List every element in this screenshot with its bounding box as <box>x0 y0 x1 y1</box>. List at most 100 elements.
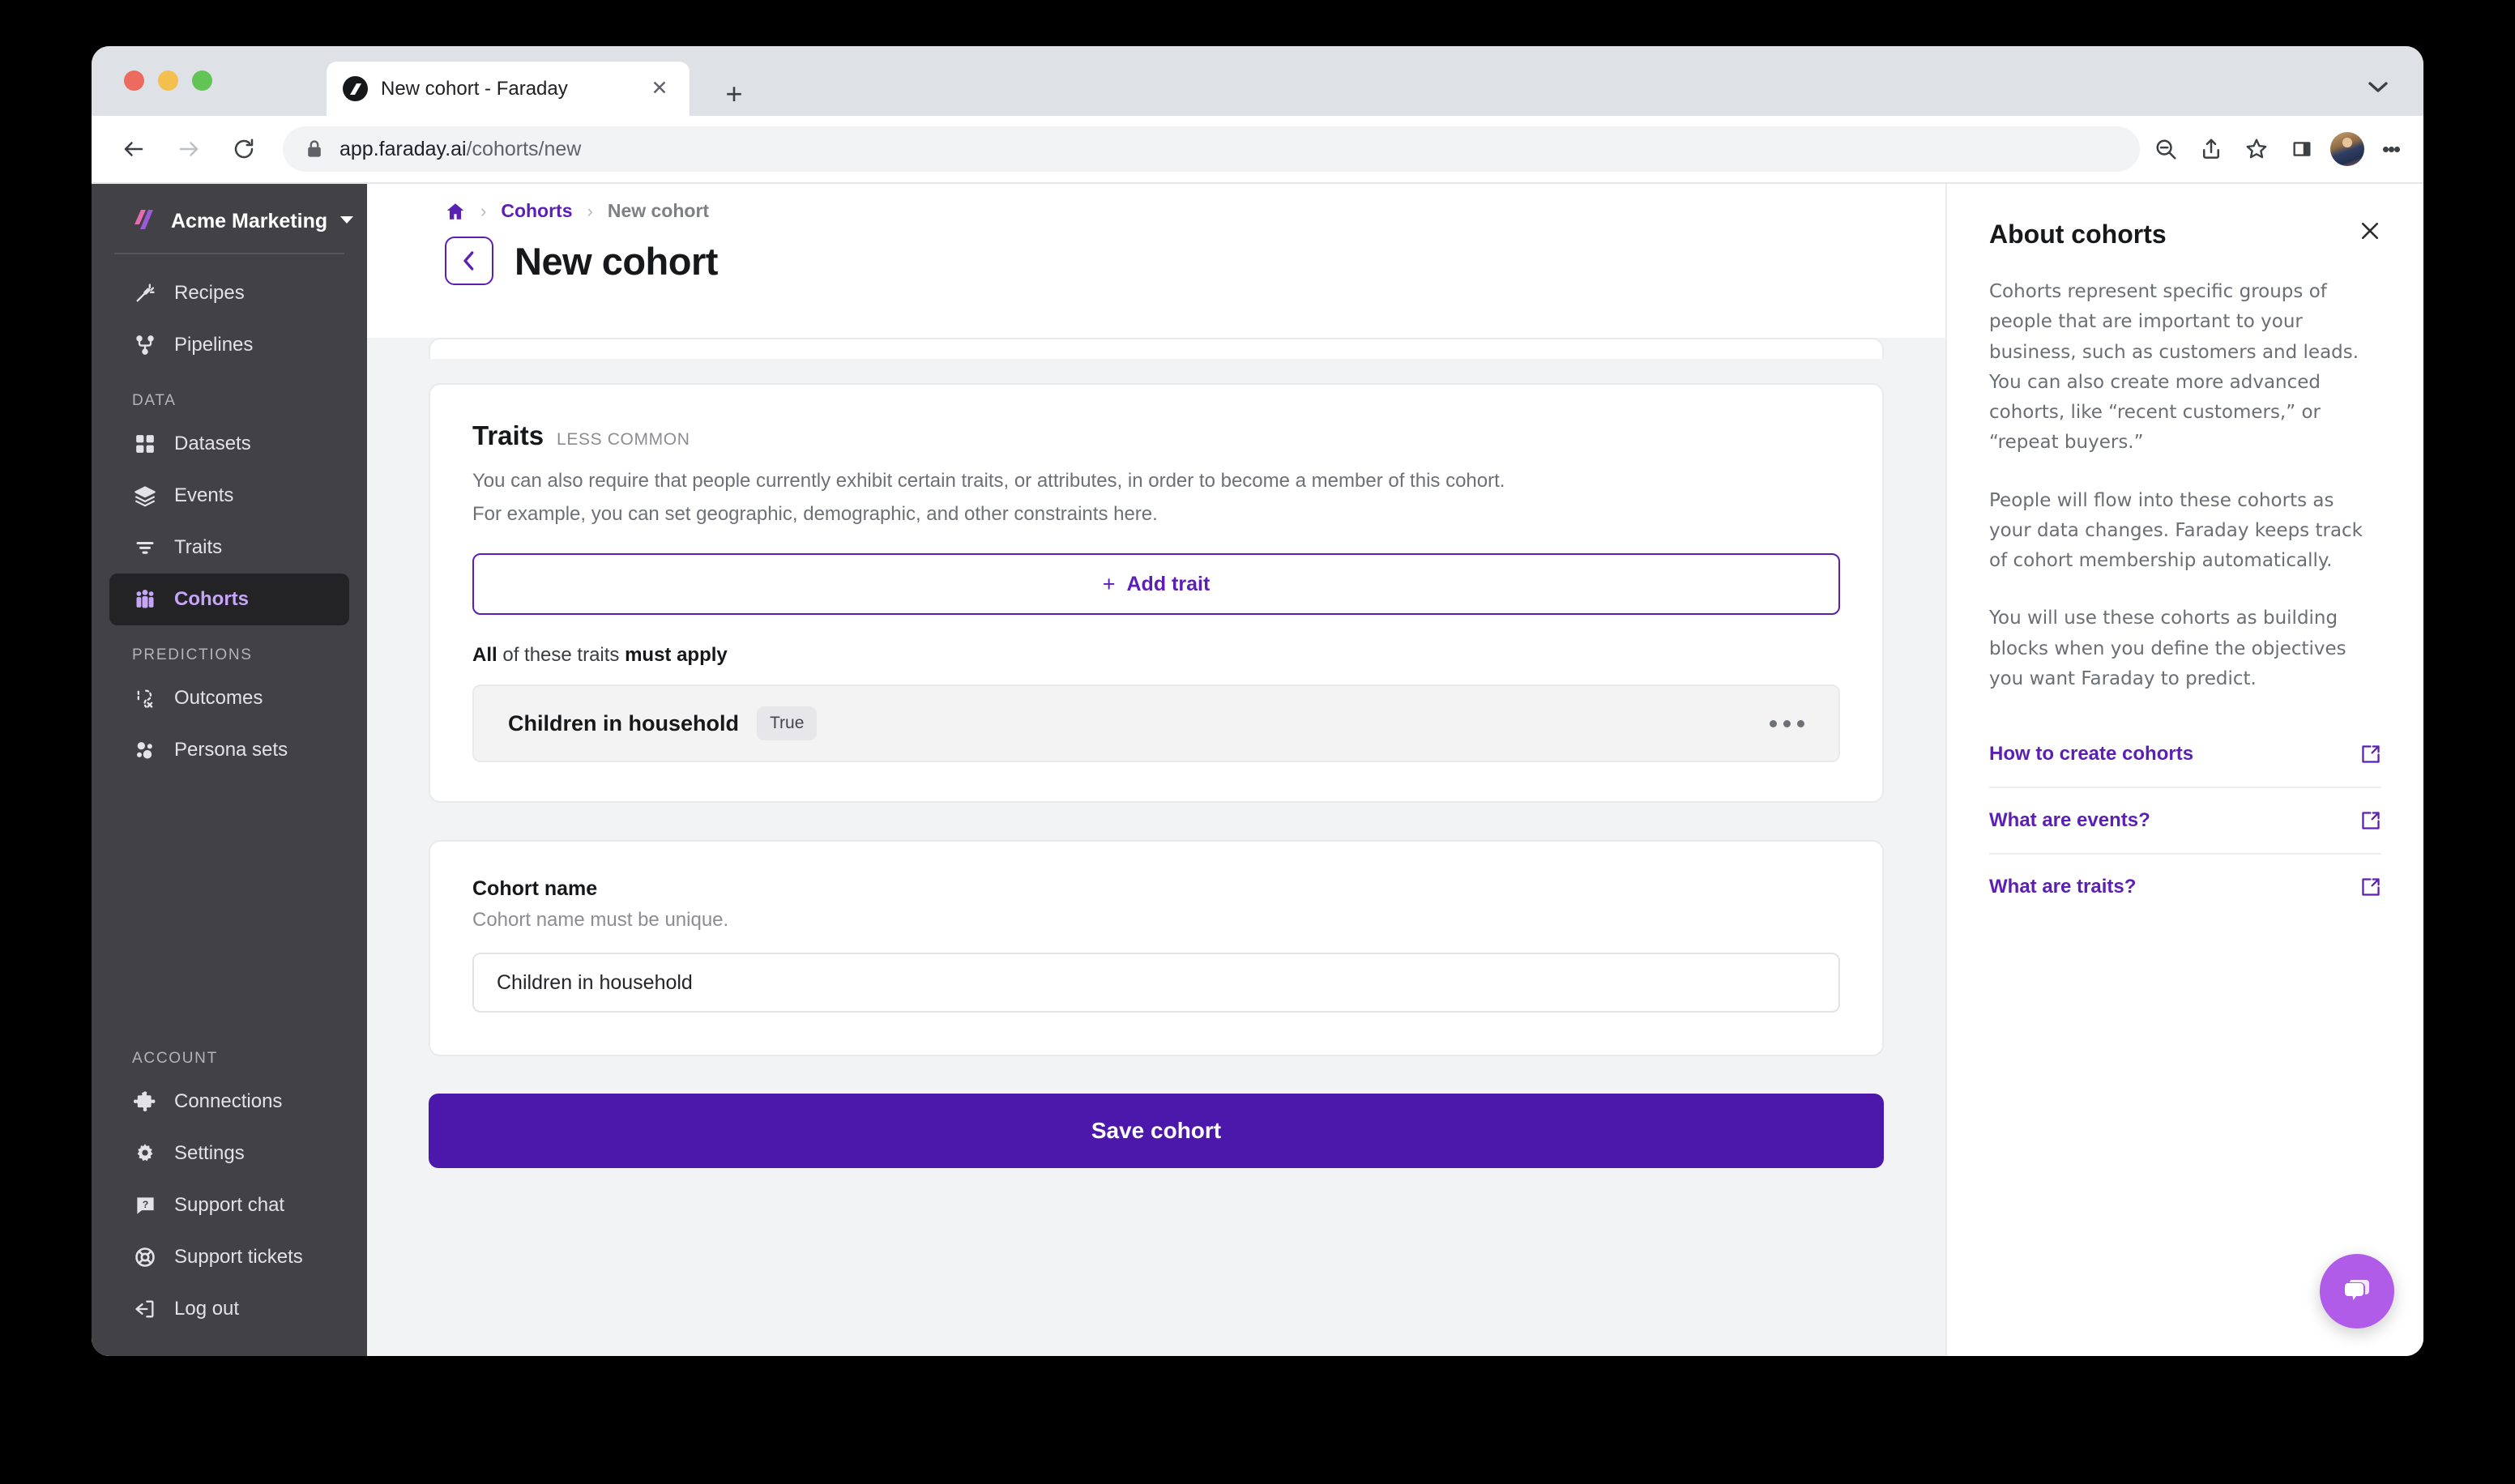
url-path: /cohorts/new <box>466 137 582 160</box>
bookmark-star-icon[interactable] <box>2234 126 2279 172</box>
sidebar-item-connections[interactable]: Connections <box>109 1076 349 1128</box>
browser-tab[interactable]: New cohort - Faraday ✕ <box>327 62 690 116</box>
events-layers-icon <box>132 484 158 507</box>
table-row[interactable]: Children in household True <box>472 684 1840 763</box>
trait-overflow-menu-icon[interactable] <box>1770 719 1804 727</box>
about-panel-title: About cohorts <box>1989 220 2167 249</box>
sidebar-item-label: Connections <box>174 1090 283 1112</box>
sidebar-item-events[interactable]: Events <box>109 470 349 522</box>
sidebar-toggle-icon[interactable] <box>2279 126 2325 172</box>
minimize-window-button[interactable] <box>158 70 178 91</box>
sidebar-section-account: ACCOUNT <box>132 1050 218 1067</box>
close-window-button[interactable] <box>124 70 144 91</box>
link-what-are-traits[interactable]: What are traits? <box>1989 855 2381 919</box>
sidebar-item-outcomes[interactable]: Outcomes <box>109 672 349 724</box>
home-icon[interactable] <box>445 201 466 222</box>
cohort-name-input[interactable]: Children in household <box>472 953 1840 1013</box>
gear-icon <box>132 1142 158 1165</box>
save-cohort-button[interactable]: Save cohort <box>429 1094 1884 1169</box>
sidebar-item-traits[interactable]: Traits <box>109 522 349 574</box>
cohort-name-card: Cohort name Cohort name must be unique. … <box>429 840 1884 1057</box>
traits-description-line-2: For example, you can set geographic, dem… <box>472 503 1158 526</box>
sidebar-item-label: Outcomes <box>174 687 263 709</box>
sidebar-item-label: Pipelines <box>174 334 254 356</box>
share-icon[interactable] <box>2188 126 2234 172</box>
about-panel-header: About cohorts <box>1989 220 2381 249</box>
sidebar-item-log-out[interactable]: Log out <box>109 1283 349 1335</box>
forward-button[interactable] <box>168 128 210 170</box>
close-icon[interactable] <box>2359 220 2381 242</box>
window-traffic-lights <box>124 70 212 91</box>
traits-description-line-1: You can also require that people current… <box>472 470 1505 492</box>
about-paragraph-3: You will use these cohorts as building b… <box>1989 608 2346 689</box>
new-tab-button[interactable]: + <box>717 77 751 111</box>
traits-less-common-tag: LESS COMMON <box>557 430 690 449</box>
back-button[interactable] <box>445 237 493 285</box>
link-how-to-create-cohorts[interactable]: How to create cohorts <box>1989 722 2381 788</box>
sidebar-item-label: Persona sets <box>174 739 288 761</box>
sidebar-item-cohorts[interactable]: Cohorts <box>109 574 349 625</box>
sidebar-item-recipes[interactable]: Recipes <box>109 267 349 319</box>
address-bar[interactable]: app.faraday.ai/cohorts/new <box>283 126 2140 172</box>
lock-icon <box>305 139 323 159</box>
traits-card-header: Traits LESS COMMON <box>472 420 1840 451</box>
add-trait-button[interactable]: + Add trait <box>472 553 1840 616</box>
breadcrumb-separator: › <box>480 200 487 221</box>
sidebar-item-label: Support chat <box>174 1194 285 1216</box>
chevron-down-icon <box>339 214 355 229</box>
app-sidebar: Acme Marketing Recipes Pipelines DATA Da… <box>92 184 367 1356</box>
link-label: What are events? <box>1989 809 2150 831</box>
outcomes-icon <box>132 687 158 710</box>
add-trait-label: Add trait <box>1126 572 1211 595</box>
pipelines-icon <box>132 334 158 356</box>
sidebar-item-label: Recipes <box>174 282 245 304</box>
sidebar-item-label: Cohorts <box>174 588 249 610</box>
persona-sets-icon <box>132 739 158 761</box>
close-tab-button[interactable]: ✕ <box>646 75 673 103</box>
sidebar-item-support-chat[interactable]: ? Support chat <box>109 1179 349 1231</box>
trait-name: Children in household <box>508 710 739 736</box>
reload-button[interactable] <box>223 128 265 170</box>
plus-icon: + <box>1102 571 1116 596</box>
zoom-out-icon[interactable] <box>2143 126 2188 172</box>
sidebar-item-settings[interactable]: Settings <box>109 1128 349 1179</box>
sidebar-item-label: Datasets <box>174 433 251 454</box>
maximize-window-button[interactable] <box>192 70 212 91</box>
sidebar-item-pipelines[interactable]: Pipelines <box>109 319 349 371</box>
about-cohorts-panel: About cohorts Cohorts represent specific… <box>1945 184 2423 1356</box>
must-apply-text: All of these traits must apply <box>472 644 1840 667</box>
sidebar-item-label: Settings <box>174 1142 245 1164</box>
sidebar-item-support-tickets[interactable]: Support tickets <box>109 1231 349 1283</box>
browser-menu-button[interactable] <box>2370 126 2412 172</box>
external-link-icon <box>2360 744 2381 765</box>
page-title: New cohort <box>515 239 718 283</box>
must-apply-suffix: must apply <box>625 644 728 667</box>
breadcrumb-cohorts-link[interactable]: Cohorts <box>501 200 572 222</box>
form-scroll-area[interactable]: Traits LESS COMMON You can also require … <box>367 338 1945 1356</box>
puzzle-icon <box>132 1090 158 1113</box>
sidebar-section-data: DATA <box>132 392 177 409</box>
status-badge: True <box>757 706 818 741</box>
cohort-name-hint: Cohort name must be unique. <box>472 909 729 932</box>
sidebar-item-persona-sets[interactable]: Persona sets <box>109 724 349 776</box>
back-button[interactable] <box>113 128 155 170</box>
browser-toolbar: app.faraday.ai/cohorts/new <box>92 116 2423 184</box>
toolbar-icons <box>2143 126 2423 172</box>
cohort-name-label: Cohort name <box>472 877 598 901</box>
breadcrumb-separator: › <box>587 200 593 221</box>
main-content: › Cohorts › New cohort New cohort Traits… <box>367 184 1945 1356</box>
browser-window: New cohort - Faraday ✕ + app.faraday.ai/… <box>92 46 2423 1356</box>
link-what-are-events[interactable]: What are events? <box>1989 788 2381 855</box>
sidebar-item-datasets[interactable]: Datasets <box>109 418 349 470</box>
chevron-down-icon[interactable] <box>2368 80 2389 97</box>
browser-tab-strip: New cohort - Faraday ✕ + <box>92 46 2423 116</box>
sidebar-divider <box>114 253 344 254</box>
magic-wand-icon <box>132 282 158 305</box>
org-switcher[interactable]: Acme Marketing <box>109 198 354 245</box>
about-paragraph-1: Cohorts represent specific groups of peo… <box>1989 281 2359 454</box>
sidebar-item-label: Events <box>174 484 234 506</box>
support-chat-widget-button[interactable] <box>2320 1254 2394 1328</box>
profile-avatar[interactable] <box>2330 132 2364 166</box>
faraday-favicon <box>343 76 368 101</box>
